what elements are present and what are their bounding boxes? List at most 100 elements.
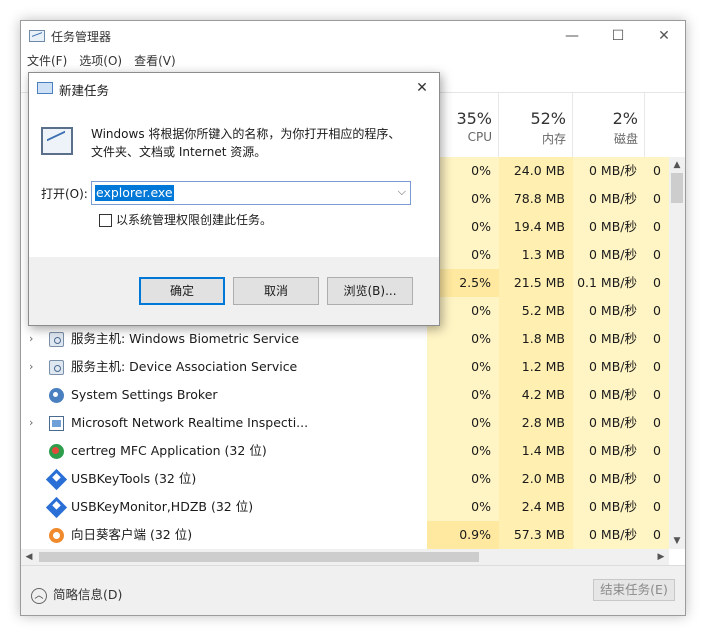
memory-cell: 4.2 MB bbox=[499, 381, 573, 409]
fewer-details-toggle[interactable]: ︿ 简略信息(D) bbox=[31, 584, 122, 604]
memory-usage-percent: 52% bbox=[530, 109, 566, 128]
memory-cell: 1.8 MB bbox=[499, 325, 573, 353]
certreg-icon bbox=[49, 444, 64, 459]
open-combobox[interactable]: explorer.exe ⌵ bbox=[91, 181, 411, 205]
network-cell: 0 bbox=[645, 213, 669, 241]
cpu-cell: 0% bbox=[427, 465, 499, 493]
settings-icon bbox=[49, 388, 64, 403]
chevron-down-icon[interactable]: ⌵ bbox=[398, 185, 406, 199]
network-cell: 0 bbox=[645, 297, 669, 325]
sunflower-icon bbox=[49, 528, 64, 543]
table-row[interactable]: System Settings Broker 0% 4.2 MB 0 MB/秒 0 bbox=[21, 381, 669, 409]
disk-cell: 0 MB/秒 bbox=[573, 297, 645, 325]
open-label: 打开(O): bbox=[41, 187, 88, 201]
process-name: Microsoft Network Realtime Inspecti... bbox=[71, 415, 309, 430]
checkbox-box[interactable] bbox=[99, 214, 112, 227]
memory-cell: 1.4 MB bbox=[499, 437, 573, 465]
table-row[interactable]: › 服务主机: Device Association Service 0% 1.2 M… bbox=[21, 353, 669, 381]
open-input-value[interactable]: explorer.exe bbox=[95, 185, 174, 201]
scroll-left-icon[interactable]: ◀ bbox=[21, 549, 37, 565]
disk-cell: 0 MB/秒 bbox=[573, 241, 645, 269]
network-cell: 0 bbox=[645, 437, 669, 465]
dialog-title-bar[interactable]: 新建任务 ✕ bbox=[29, 73, 439, 103]
scroll-up-icon[interactable]: ▲ bbox=[669, 157, 685, 173]
vertical-scroll-thumb[interactable] bbox=[671, 173, 683, 203]
network-inspection-icon bbox=[49, 416, 64, 431]
admin-privilege-checkbox[interactable]: 以系统管理权限创建此任务。 bbox=[99, 211, 272, 228]
memory-cell: 78.8 MB bbox=[499, 185, 573, 213]
browse-button[interactable]: 浏览(B)... bbox=[327, 277, 413, 305]
process-name: 服务主机: Windows Biometric Service bbox=[71, 331, 300, 346]
network-cell: 0 bbox=[645, 325, 669, 353]
close-button[interactable]: ✕ bbox=[641, 21, 685, 51]
process-name: certreg MFC Application (32 位) bbox=[71, 443, 267, 458]
cpu-cell: 0.9% bbox=[427, 521, 499, 549]
horizontal-scrollbar[interactable]: ◀ ▶ bbox=[21, 549, 669, 565]
scroll-down-icon[interactable]: ▼ bbox=[669, 533, 685, 549]
network-cell: 0 bbox=[645, 241, 669, 269]
table-row[interactable]: › Microsoft Network Realtime Inspecti... 0… bbox=[21, 409, 669, 437]
disk-usage-percent: 2% bbox=[612, 109, 638, 128]
memory-cell: 5.2 MB bbox=[499, 297, 573, 325]
admin-checkbox-label: 以系统管理权限创建此任务。 bbox=[116, 213, 273, 227]
network-cell: 0 bbox=[645, 157, 669, 185]
fewer-details-label: 简略信息(D) bbox=[53, 587, 123, 602]
cpu-cell: 0% bbox=[427, 353, 499, 381]
menu-view[interactable]: 查看(V) bbox=[128, 51, 182, 71]
network-cell: 0 bbox=[645, 493, 669, 521]
memory-cell: 19.4 MB bbox=[499, 213, 573, 241]
title-bar[interactable]: 任务管理器 — ☐ ✕ bbox=[21, 21, 685, 51]
process-name: USBKeyMonitor,HDZB (32 位) bbox=[71, 499, 254, 514]
scroll-right-icon[interactable]: ▶ bbox=[653, 549, 669, 565]
disk-cell: 0 MB/秒 bbox=[573, 493, 645, 521]
cancel-button[interactable]: 取消 bbox=[233, 277, 319, 305]
new-task-dialog: 新建任务 ✕ Windows 将根据你所键入的名称，为你打开相应的程序、文件夹、… bbox=[28, 72, 440, 326]
disk-cell: 0.1 MB/秒 bbox=[573, 269, 645, 297]
table-row[interactable]: USBKeyTools (32 位) 0% 2.0 MB 0 MB/秒 0 bbox=[21, 465, 669, 493]
table-row[interactable]: 向日葵客户端 (32 位) 0.9% 57.3 MB 0 MB/秒 0 bbox=[21, 521, 669, 549]
table-row[interactable]: › 服务主机: Windows Biometric Service 0% 1.8 MB… bbox=[21, 325, 669, 353]
dialog-description: Windows 将根据你所键入的名称，为你打开相应的程序、文件夹、文档或 Int… bbox=[91, 127, 401, 159]
cpu-cell: 0% bbox=[427, 493, 499, 521]
cpu-cell: 0% bbox=[427, 381, 499, 409]
memory-cell: 1.2 MB bbox=[499, 353, 573, 381]
memory-cell: 21.5 MB bbox=[499, 269, 573, 297]
end-task-button[interactable]: 结束任务(E) bbox=[593, 579, 675, 601]
disk-cell: 0 MB/秒 bbox=[573, 521, 645, 549]
memory-cell: 57.3 MB bbox=[499, 521, 573, 549]
disk-cell: 0 MB/秒 bbox=[573, 409, 645, 437]
run-icon bbox=[37, 82, 53, 94]
chevron-right-icon[interactable]: › bbox=[29, 353, 39, 381]
gear-icon bbox=[49, 360, 64, 375]
process-name: 服务主机: Device Association Service bbox=[71, 359, 298, 374]
window-title: 任务管理器 bbox=[51, 30, 112, 44]
disk-cell: 0 MB/秒 bbox=[573, 157, 645, 185]
menu-file[interactable]: 文件(F) bbox=[21, 51, 73, 71]
disk-cell: 0 MB/秒 bbox=[573, 437, 645, 465]
disk-cell: 0 MB/秒 bbox=[573, 465, 645, 493]
process-name: USBKeyTools (32 位) bbox=[71, 471, 197, 486]
memory-cell: 24.0 MB bbox=[499, 157, 573, 185]
memory-cell: 2.8 MB bbox=[499, 409, 573, 437]
horizontal-scroll-thumb[interactable] bbox=[39, 552, 479, 562]
table-row[interactable]: certreg MFC Application (32 位) 0% 1.4 MB 0 … bbox=[21, 437, 669, 465]
chevron-right-icon[interactable]: › bbox=[29, 409, 39, 437]
menu-options[interactable]: 选项(O) bbox=[73, 51, 128, 71]
minimize-button[interactable]: — bbox=[549, 21, 595, 51]
table-row[interactable]: USBKeyMonitor,HDZB (32 位) 0% 2.4 MB 0 MB/秒 0 bbox=[21, 493, 669, 521]
vertical-scrollbar[interactable]: ▲ ▼ bbox=[669, 157, 685, 549]
disk-cell: 0 MB/秒 bbox=[573, 325, 645, 353]
dialog-title: 新建任务 bbox=[59, 83, 110, 98]
gear-icon bbox=[49, 332, 64, 347]
cpu-cell: 0% bbox=[427, 325, 499, 353]
chevron-right-icon[interactable]: › bbox=[29, 325, 39, 353]
memory-column-label: 内存 bbox=[541, 132, 566, 146]
column-header-memory[interactable]: 52% 内存 bbox=[499, 93, 573, 157]
footer-bar: ︿ 简略信息(D) 结束任务(E) bbox=[21, 565, 685, 615]
maximize-button[interactable]: ☐ bbox=[595, 21, 641, 51]
column-header-disk[interactable]: 2% 磁盘 bbox=[573, 93, 645, 157]
dialog-close-button[interactable]: ✕ bbox=[405, 73, 439, 103]
dialog-body: Windows 将根据你所键入的名称，为你打开相应的程序、文件夹、文档或 Int… bbox=[29, 103, 439, 257]
process-name: System Settings Broker bbox=[71, 387, 218, 402]
ok-button[interactable]: 确定 bbox=[139, 277, 225, 305]
